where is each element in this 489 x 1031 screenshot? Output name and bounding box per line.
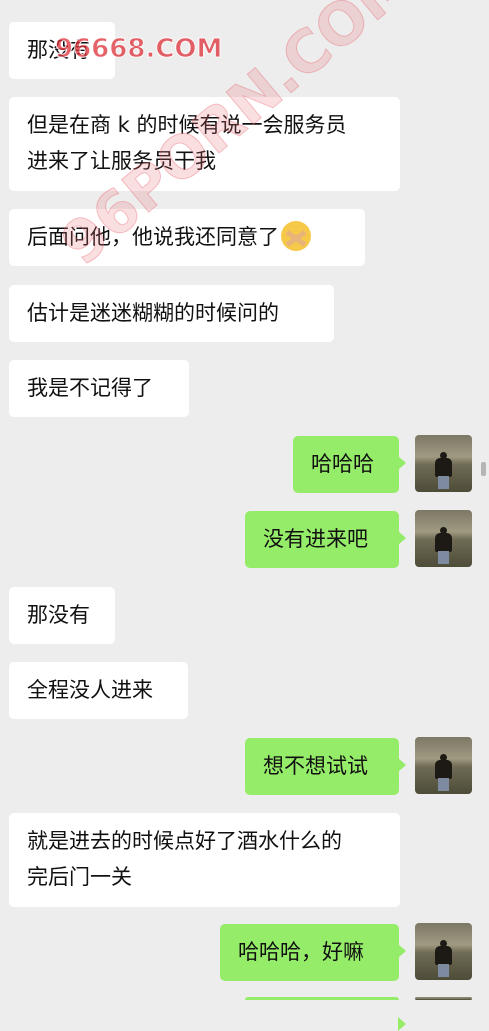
message-text: 后面问他，他说我还同意了	[27, 225, 279, 249]
mouth-taped-emoji-icon	[281, 221, 311, 251]
chat-message-list[interactable]: 那没有 但是在商 k 的时候有说一会服务员 进来了让服务员干我 后面问他，他说我…	[0, 0, 489, 1031]
message-text-line: 完后门一关	[27, 865, 132, 889]
message-text: 哈哈哈	[311, 452, 374, 476]
outgoing-message-bubble[interactable]: 哈哈哈	[293, 436, 406, 493]
outgoing-message-bubble[interactable]: 哈哈哈，好嘛	[220, 924, 406, 981]
message-text-line: 就是进去的时候点好了酒水什么的	[27, 829, 342, 853]
avatar-person-legs	[438, 551, 449, 564]
message-text: 哈哈哈，好嘛	[238, 940, 364, 964]
avatar-person-body	[435, 458, 452, 477]
message-text: 全程没人进来	[27, 678, 153, 702]
outgoing-message-bubble[interactable]: 没有进来吧	[245, 511, 406, 568]
incoming-message-bubble[interactable]: 后面问他，他说我还同意了	[9, 209, 365, 266]
message-text: 那没有	[27, 603, 90, 627]
user-avatar[interactable]	[415, 510, 472, 567]
outgoing-message-bubble[interactable]: 想不想试试	[245, 738, 406, 795]
message-text-line: 进来了让服务员干我	[27, 149, 216, 173]
avatar-person-legs	[438, 964, 449, 977]
message-text: 估计是迷迷糊糊的时候问的	[27, 301, 279, 325]
incoming-message-bubble[interactable]: 就是进去的时候点好了酒水什么的 完后门一关	[9, 813, 400, 907]
incoming-message-bubble[interactable]: 那没有	[9, 587, 115, 644]
avatar-person-legs	[438, 476, 449, 489]
incoming-message-bubble[interactable]: 但是在商 k 的时候有说一会服务员 进来了让服务员干我	[9, 97, 400, 191]
message-text: 没有进来吧	[263, 527, 368, 551]
message-text: 那没有	[27, 38, 90, 62]
user-avatar[interactable]	[415, 435, 472, 492]
scroll-indicator[interactable]	[481, 462, 486, 476]
incoming-message-bubble[interactable]: 全程没人进来	[9, 662, 188, 719]
avatar-person-body	[435, 533, 452, 552]
avatar-person-body	[435, 946, 452, 965]
user-avatar[interactable]	[415, 923, 472, 980]
avatar-person-body	[435, 760, 452, 779]
message-text-line: 但是在商 k 的时候有说一会服务员	[27, 113, 347, 137]
incoming-message-bubble[interactable]: 估计是迷迷糊糊的时候问的	[9, 285, 334, 342]
avatar-person-legs	[438, 778, 449, 791]
message-text: 想不想试试	[263, 754, 368, 778]
message-text: 我是不记得了	[27, 376, 153, 400]
incoming-message-bubble[interactable]: 那没有	[9, 22, 115, 79]
incoming-message-bubble[interactable]: 我是不记得了	[9, 360, 189, 417]
user-avatar[interactable]	[415, 737, 472, 794]
